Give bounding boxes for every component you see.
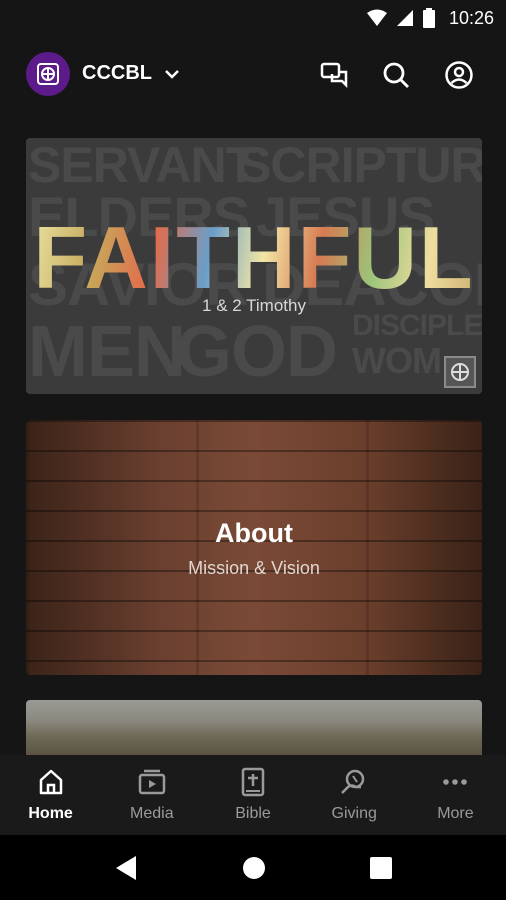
status-time: 10:26 (448, 7, 494, 28)
series-title: FAITHFUL (30, 214, 478, 302)
bottom-navigation: Home Media Bible Giving More (0, 755, 506, 835)
nav-bible[interactable]: Bible (202, 755, 303, 835)
bg-word: DISCIPLES (352, 309, 482, 342)
nav-label: Bible (235, 805, 271, 822)
system-navigation-bar (0, 835, 506, 900)
nav-media[interactable]: Media (101, 755, 202, 835)
cell-signal-icon (396, 10, 413, 26)
chat-icon[interactable] (320, 60, 350, 90)
about-subtitle: Mission & Vision (188, 558, 320, 578)
bg-word: WOM (352, 340, 442, 381)
feed-card-partial[interactable] (26, 700, 482, 760)
nav-label: Media (130, 805, 174, 822)
battery-icon (422, 8, 435, 28)
about-title: About (215, 518, 293, 548)
giving-icon (341, 769, 365, 794)
series-logo-badge (444, 356, 476, 388)
status-bar: 10:26 (0, 0, 506, 36)
about-card[interactable]: About Mission & Vision (26, 420, 482, 675)
bg-word: SERVANT (28, 138, 256, 193)
wifi-icon (366, 9, 387, 26)
nav-label: More (437, 805, 474, 822)
series-subtitle: 1 & 2 Timothy (202, 296, 306, 315)
recents-icon[interactable] (369, 855, 393, 881)
search-icon[interactable] (381, 60, 411, 90)
media-icon (138, 769, 166, 795)
church-logo-icon (37, 63, 59, 85)
app-header: CCCBL (0, 50, 506, 100)
nav-label: Giving (331, 805, 377, 822)
back-icon[interactable] (114, 855, 138, 881)
bg-word: SCRIPTURE (238, 138, 482, 193)
bg-word: MEN (28, 312, 186, 392)
more-icon (443, 779, 468, 785)
app-name[interactable]: CCCBL (82, 62, 152, 85)
home-icon (39, 769, 62, 795)
bg-word: GOD (176, 312, 338, 392)
series-card[interactable]: SERVANT SCRIPTURE ELDERS JESUS SAVIOR DE… (26, 138, 482, 394)
nav-giving[interactable]: Giving (304, 755, 405, 835)
nav-home[interactable]: Home (0, 755, 101, 835)
account-icon[interactable] (444, 60, 474, 90)
nav-more[interactable]: More (405, 755, 506, 835)
nav-label: Home (28, 805, 73, 822)
bible-icon (241, 767, 265, 797)
home-button-icon[interactable] (242, 855, 266, 881)
church-logo-icon (451, 363, 469, 381)
church-logo-avatar[interactable] (26, 52, 70, 96)
chevron-down-icon[interactable] (162, 64, 182, 84)
